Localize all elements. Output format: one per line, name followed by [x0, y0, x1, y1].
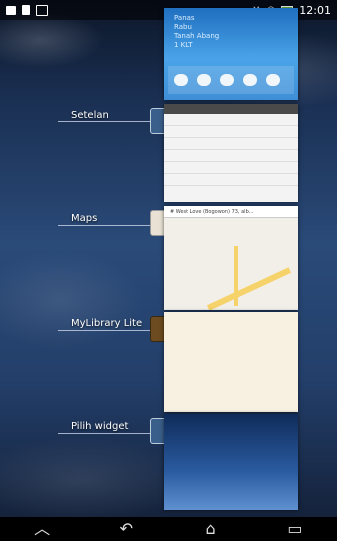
settings-item	[164, 150, 298, 162]
recent-app-label: Pilih widget	[71, 421, 129, 432]
divider	[58, 121, 150, 122]
settings-item	[164, 138, 298, 150]
settings-item	[164, 114, 298, 126]
recent-app-label: Maps	[71, 213, 98, 224]
settings-item	[164, 174, 298, 186]
navigation-bar: ︿ ↶ ⌂ ▭	[0, 517, 337, 541]
settings-thumbnail[interactable]	[164, 104, 298, 202]
maps-thumbnail[interactable]: # West Love (Bogowon) 73, alb...	[164, 206, 298, 310]
weather-text: Panas Rabu Tanah Abang 1 KLT	[174, 14, 220, 49]
settings-item	[164, 126, 298, 138]
recents-icon[interactable]: ▭	[282, 521, 308, 537]
up-icon[interactable]: ︿	[29, 521, 55, 537]
divider	[58, 433, 150, 434]
mylibrary-thumbnail[interactable]	[164, 312, 298, 412]
weather-widget-thumbnail[interactable]: Panas Rabu Tanah Abang 1 KLT	[164, 8, 298, 100]
book-page-text	[164, 312, 298, 334]
weather-forecast-row	[168, 66, 294, 94]
back-icon[interactable]: ↶	[113, 521, 139, 537]
pilih-widget-thumbnail[interactable]	[164, 414, 298, 510]
maps-search-bar: # West Love (Bogowon) 73, alb...	[164, 206, 298, 218]
recent-app-label: MyLibrary Lite	[71, 318, 143, 329]
divider	[58, 330, 150, 331]
settings-header	[164, 104, 298, 114]
home-icon[interactable]: ⌂	[198, 521, 224, 537]
edit-icon	[36, 4, 48, 16]
map-road	[234, 246, 238, 306]
settings-item	[164, 162, 298, 174]
divider	[58, 225, 150, 226]
map-road	[206, 267, 292, 310]
document-icon	[22, 5, 30, 15]
recent-app-label: Setelan	[71, 110, 109, 121]
clock: 12:01	[299, 3, 331, 17]
notification-icon	[6, 5, 16, 15]
